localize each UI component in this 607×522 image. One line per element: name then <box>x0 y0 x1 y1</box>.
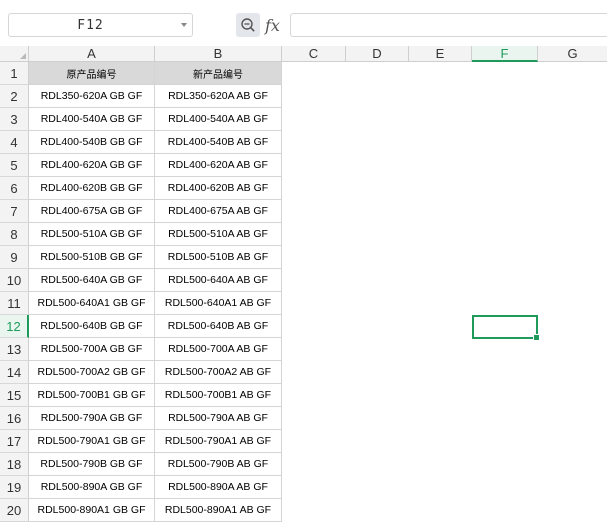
row-header[interactable]: 14 <box>0 361 29 384</box>
cell-original-code[interactable]: RDL500-700A GB GF <box>29 338 155 361</box>
cell-new-code[interactable]: RDL400-540B AB GF <box>155 131 282 154</box>
column-header-g[interactable]: G <box>538 46 607 62</box>
cell-original-code[interactable]: RDL500-790A1 GB GF <box>29 430 155 453</box>
column-header-b[interactable]: B <box>155 46 282 62</box>
cell-original-code[interactable]: RDL500-700A2 GB GF <box>29 361 155 384</box>
column-header-a[interactable]: A <box>29 46 155 62</box>
row-header[interactable]: 2 <box>0 85 29 108</box>
row-header[interactable]: 12 <box>0 315 29 338</box>
cell-new-code[interactable]: RDL500-640A AB GF <box>155 269 282 292</box>
cell-new-code[interactable]: 新产品编号 <box>155 62 282 85</box>
cell-original-code[interactable]: RDL500-510B GB GF <box>29 246 155 269</box>
row-header[interactable]: 5 <box>0 154 29 177</box>
row-header[interactable]: 9 <box>0 246 29 269</box>
cell-original-code[interactable]: RDL500-510A GB GF <box>29 223 155 246</box>
cell-original-code[interactable]: RDL400-675A GB GF <box>29 200 155 223</box>
cell-new-code[interactable]: RDL500-510A AB GF <box>155 223 282 246</box>
cell-original-code[interactable]: RDL400-540A GB GF <box>29 108 155 131</box>
row-header[interactable]: 6 <box>0 177 29 200</box>
row-header[interactable]: 10 <box>0 269 29 292</box>
spreadsheet-grid[interactable]: A B C D E F G 1 原产品编号 新产品编号 2 RDL350-620A GB GF RDL3… <box>0 46 607 522</box>
cell-original-code[interactable]: RDL350-620A GB GF <box>29 85 155 108</box>
row-header[interactable]: 4 <box>0 131 29 154</box>
cell-original-code[interactable]: RDL500-790B GB GF <box>29 453 155 476</box>
name-box-value: F12 <box>77 17 104 33</box>
row-header[interactable]: 1 <box>0 62 29 85</box>
cell-original-code[interactable]: RDL500-640A1 GB GF <box>29 292 155 315</box>
selected-cell-f12[interactable] <box>472 315 540 341</box>
cell-new-code[interactable]: RDL500-790A AB GF <box>155 407 282 430</box>
cell-new-code[interactable]: RDL500-640B AB GF <box>155 315 282 338</box>
cell-original-code[interactable]: RDL400-540B GB GF <box>29 131 155 154</box>
cell-original-code[interactable]: RDL400-620A GB GF <box>29 154 155 177</box>
select-all-corner[interactable] <box>0 46 29 62</box>
cell-original-code[interactable]: RDL500-700B1 GB GF <box>29 384 155 407</box>
row-header[interactable]: 3 <box>0 108 29 131</box>
column-header-d[interactable]: D <box>346 46 409 62</box>
cell-new-code[interactable]: RDL500-890A AB GF <box>155 476 282 499</box>
row-header[interactable]: 13 <box>0 338 29 361</box>
cell-original-code[interactable]: RDL500-790A GB GF <box>29 407 155 430</box>
formula-input[interactable] <box>290 13 607 37</box>
cell-new-code[interactable]: RDL400-540A AB GF <box>155 108 282 131</box>
cell-new-code[interactable]: RDL500-700A2 AB GF <box>155 361 282 384</box>
row-header[interactable]: 18 <box>0 453 29 476</box>
cell-original-code[interactable]: RDL500-640B GB GF <box>29 315 155 338</box>
cell-original-code[interactable]: RDL400-620B GB GF <box>29 177 155 200</box>
cell-original-code[interactable]: 原产品编号 <box>29 62 155 85</box>
row-header[interactable]: 17 <box>0 430 29 453</box>
cell-new-code[interactable]: RDL350-620A AB GF <box>155 85 282 108</box>
zoom-search-icon <box>241 18 255 32</box>
row-header[interactable]: 19 <box>0 476 29 499</box>
cell-new-code[interactable]: RDL500-640A1 AB GF <box>155 292 282 315</box>
fx-icon[interactable]: fx <box>265 12 285 38</box>
cell-new-code[interactable]: RDL400-620B AB GF <box>155 177 282 200</box>
cell-new-code[interactable]: RDL500-890A1 AB GF <box>155 499 282 522</box>
cell-new-code[interactable]: RDL500-700A AB GF <box>155 338 282 361</box>
column-header-c[interactable]: C <box>282 46 346 62</box>
chevron-down-icon[interactable] <box>181 23 187 27</box>
row-header[interactable]: 15 <box>0 384 29 407</box>
fill-handle[interactable] <box>533 334 540 341</box>
cell-original-code[interactable]: RDL500-640A GB GF <box>29 269 155 292</box>
cell-new-code[interactable]: RDL500-790B AB GF <box>155 453 282 476</box>
select-all-icon <box>20 53 26 59</box>
cell-original-code[interactable]: RDL500-890A GB GF <box>29 476 155 499</box>
name-box[interactable]: F12 <box>8 13 193 37</box>
cell-original-code[interactable]: RDL500-890A1 GB GF <box>29 499 155 522</box>
column-header-e[interactable]: E <box>409 46 472 62</box>
row-header[interactable]: 16 <box>0 407 29 430</box>
column-header-f[interactable]: F <box>472 46 538 62</box>
row-header[interactable]: 7 <box>0 200 29 223</box>
row-header[interactable]: 8 <box>0 223 29 246</box>
row-header[interactable]: 20 <box>0 499 29 522</box>
formula-bar: F12 fx <box>0 0 607 46</box>
cell-new-code[interactable]: RDL500-790A1 AB GF <box>155 430 282 453</box>
cell-new-code[interactable]: RDL500-700B1 AB GF <box>155 384 282 407</box>
cell-new-code[interactable]: RDL400-675A AB GF <box>155 200 282 223</box>
zoom-search-button[interactable] <box>236 13 260 37</box>
cell-new-code[interactable]: RDL500-510B AB GF <box>155 246 282 269</box>
cell-new-code[interactable]: RDL400-620A AB GF <box>155 154 282 177</box>
row-header[interactable]: 11 <box>0 292 29 315</box>
